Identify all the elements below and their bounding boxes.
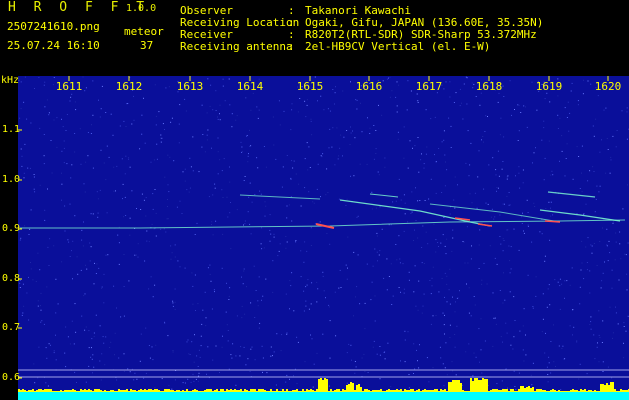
baseline-band [18,392,629,400]
freq-label: 1.0 [2,174,21,185]
datetime-text: 25.07.24 16:10 [7,39,100,52]
time-label: 1613 [176,80,204,93]
freq-label: 0.7 [2,322,21,333]
time-label: 1619 [535,80,563,93]
time-label: 1615 [296,80,324,93]
meteor-count: 37 [140,39,154,52]
spectrogram-background [18,76,629,400]
antenna-value: 2el-HB9CV Vertical (el. E-W) [305,40,491,53]
freq-label: 1.1 [2,124,21,135]
meteor-echo [544,220,561,223]
time-label: 1617 [415,80,443,93]
antenna-colon: : [288,40,295,53]
meteor-label: meteor [124,25,164,38]
frequency-unit-label: kHz [1,75,20,86]
time-label: 1620 [594,80,622,93]
freq-label: 0.9 [2,223,21,234]
time-label: 1616 [355,80,383,93]
time-label: 1611 [55,80,83,93]
time-label: 1612 [115,80,143,93]
header-panel: H R O F F T 1.0.0 2507241610.png meteor … [0,0,629,76]
antenna-label: Receiving antenna [180,40,293,53]
file-name: 2507241610.png [7,20,100,33]
freq-label: 0.6 [2,372,21,383]
app-version: 1.0.0 [126,3,157,14]
spectrogram [18,76,629,400]
time-label: 1618 [475,80,503,93]
freq-label: 0.8 [2,273,21,284]
time-label: 1614 [236,80,264,93]
